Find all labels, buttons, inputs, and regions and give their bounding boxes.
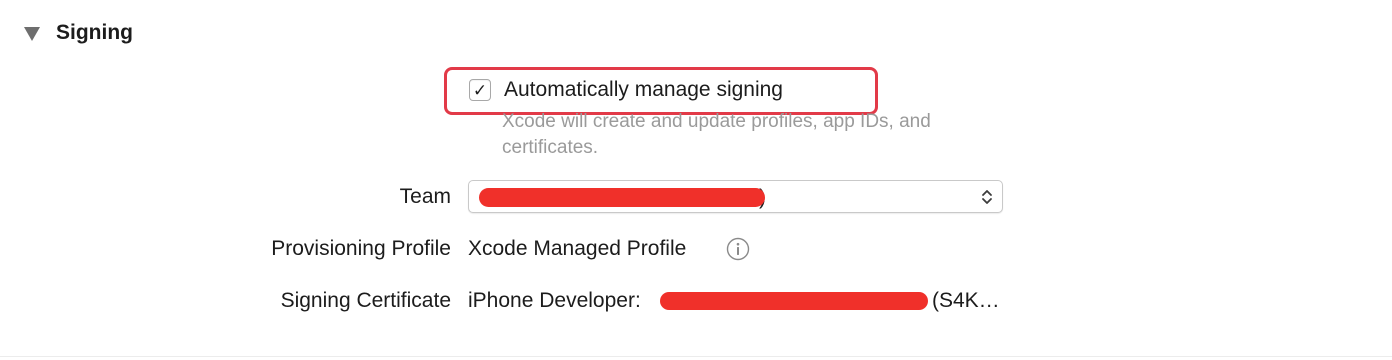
disclosure-triangle-icon[interactable]	[24, 26, 40, 41]
section-title: Signing	[56, 21, 133, 44]
team-popup[interactable]: )	[468, 180, 1003, 213]
signing-settings-panel: Signing ✓ Automatically manage signing X…	[0, 0, 1392, 360]
info-icon[interactable]	[726, 237, 750, 261]
provisioning-profile-label: Provisioning Profile	[271, 237, 451, 260]
signing-certificate-value-prefix: iPhone Developer:	[468, 289, 641, 312]
provisioning-profile-value: Xcode Managed Profile	[468, 237, 687, 260]
auto-manage-signing-label[interactable]: Automatically manage signing	[504, 78, 783, 102]
auto-manage-signing-row[interactable]: ✓ Automatically manage signing	[469, 76, 783, 104]
auto-manage-signing-checkbox[interactable]: ✓	[469, 79, 491, 101]
auto-manage-help-text: Xcode will create and update profiles, a…	[502, 111, 931, 158]
checkmark-icon: ✓	[472, 80, 488, 100]
team-redaction-mark	[479, 188, 765, 207]
divider	[0, 356, 1392, 357]
team-label: Team	[399, 185, 451, 208]
signing-certificate-label: Signing Certificate	[280, 289, 451, 312]
signing-certificate-value-suffix: (S4K…	[932, 289, 1000, 312]
certificate-redaction-mark	[660, 292, 928, 310]
popup-stepper-icon	[982, 190, 992, 204]
signing-section-header[interactable]: Signing	[24, 18, 133, 48]
